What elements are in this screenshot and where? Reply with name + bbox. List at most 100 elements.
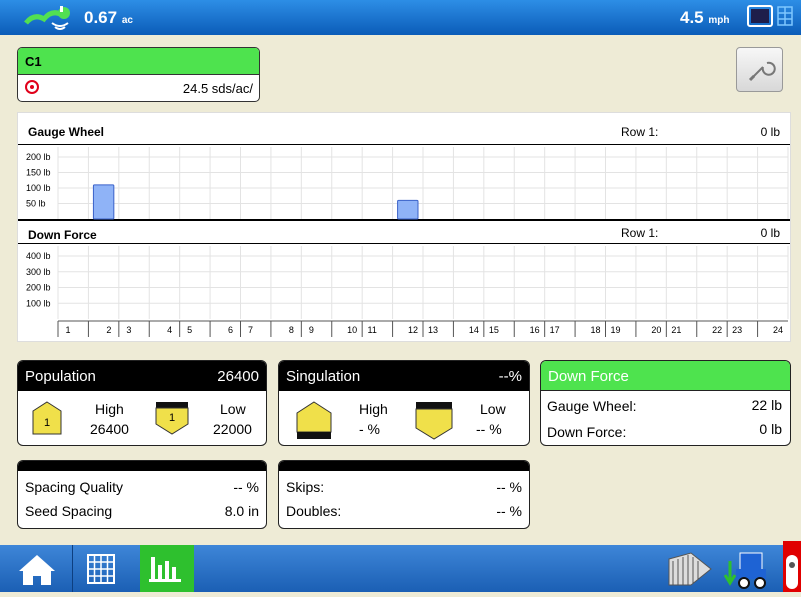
low-singulation-icon: [415, 402, 453, 440]
x-tick-label: 17: [550, 325, 560, 335]
gauge-wheel-value: 22 lb: [751, 397, 782, 413]
singulation-header: Singulation --%: [279, 361, 529, 391]
home-icon: [19, 555, 55, 585]
high-value: 26400: [90, 421, 129, 437]
grid-view-button[interactable]: [80, 551, 128, 589]
down-force-value: 0 lb: [759, 421, 782, 437]
population-value: 26400: [217, 368, 259, 385]
grid-icon: [87, 554, 115, 584]
x-tick-label: 7: [248, 325, 253, 335]
x-tick-label: 13: [428, 325, 438, 335]
skips-value: -- %: [496, 479, 522, 495]
y-tick-label: 150 lb: [26, 168, 51, 178]
skips-header: [279, 461, 529, 471]
y-tick-label: 200 lb: [26, 283, 51, 293]
field-operation-button[interactable]: [663, 547, 715, 591]
planter-button[interactable]: [722, 547, 774, 591]
x-tick-label: 12: [408, 325, 418, 335]
high-label: High: [95, 401, 124, 417]
x-tick-label: 22: [712, 325, 722, 335]
gauge-wheel-label: Gauge Wheel:: [547, 398, 637, 414]
x-tick-label: 10: [347, 325, 357, 335]
down-force-title: Down Force: [548, 368, 629, 385]
x-tick-label: 3: [126, 325, 131, 335]
x-tick-label: 18: [590, 325, 600, 335]
skips-doubles-panel[interactable]: Skips: -- % Doubles: -- %: [278, 460, 530, 529]
row-chart-svg: 200 lb 150 lb 100 lb 50 lb 400 lb 300 lb 200 l…: [26, 147, 789, 337]
x-tick-label: 16: [530, 325, 540, 335]
gps-satellite-icon[interactable]: [22, 3, 78, 31]
status-bar: 0.67 ac 4.5 mph: [0, 0, 801, 35]
speed-unit: mph: [708, 15, 730, 26]
low-population-icon: 1: [155, 402, 189, 435]
row-charts: Gauge Wheel Row 1: 0 lb Down Force Row 1…: [17, 112, 791, 342]
tab-charts[interactable]: [140, 545, 194, 592]
x-tick-label: 5: [187, 325, 192, 335]
row-badge: 1: [44, 417, 50, 429]
population-header: Population 26400: [18, 361, 266, 391]
singulation-panel[interactable]: Singulation --% High - % Low -- %: [278, 360, 530, 446]
singulation-value: --%: [498, 368, 522, 385]
area-readout: 0.67 ac: [84, 8, 133, 28]
spacing-panel[interactable]: Spacing Quality -- % Seed Spacing 8.0 in: [17, 460, 267, 529]
bar-chart-icon: [149, 557, 181, 582]
display-toggle-icon[interactable]: [747, 5, 795, 29]
spacing-quality-value: -- %: [233, 479, 259, 495]
skips-label: Skips:: [286, 479, 325, 495]
x-tick-label: 1: [65, 325, 70, 335]
x-tick-label: 23: [732, 325, 742, 335]
y-tick-label: 100 lb: [26, 183, 51, 193]
gauge-wheel-bar: [397, 199, 419, 220]
bottom-nav-bar: [0, 541, 801, 592]
gauge-indicator-icon: [786, 555, 798, 589]
area-unit: ac: [121, 15, 133, 26]
population-panel[interactable]: Population 26400 1 High 26400 1 Low 2200…: [17, 360, 267, 446]
divider: [541, 390, 790, 391]
x-tick-label: 6: [228, 325, 233, 335]
wrench-icon: [748, 61, 776, 82]
x-tick-label: 9: [309, 325, 314, 335]
x-tick-label: 4: [167, 325, 172, 335]
product-rate: 24.5 sds/ac/: [182, 81, 253, 96]
settings-button[interactable]: [736, 47, 783, 92]
speed-value: 4.5: [680, 8, 704, 27]
alarm-indicator[interactable]: [783, 541, 801, 592]
speed-readout: 4.5 mph: [680, 8, 729, 28]
x-tick-label: 8: [289, 325, 294, 335]
y-tick-label: 400 lb: [26, 251, 51, 261]
target-icon: [25, 80, 39, 94]
x-tick-label: 11: [367, 325, 376, 335]
spacing-quality-label: Spacing Quality: [25, 479, 124, 495]
high-population-icon: 1: [32, 401, 62, 435]
high-label: High: [359, 401, 388, 417]
y-tick-label: 300 lb: [26, 267, 51, 277]
y-tick-label: 100 lb: [26, 298, 51, 308]
planter-icon: [723, 552, 766, 589]
high-singulation-icon: [296, 401, 332, 439]
x-tick-label: 21: [671, 325, 681, 335]
population-title: Population: [25, 368, 96, 385]
down-force-header: Down Force: [541, 361, 790, 391]
seed-spacing-label: Seed Spacing: [25, 503, 113, 519]
home-button[interactable]: [15, 551, 59, 589]
x-tick-label: 15: [489, 325, 499, 335]
row-badge: 1: [169, 412, 175, 424]
product-panel[interactable]: C1 24.5 sds/ac/: [17, 47, 260, 102]
down-force-panel[interactable]: Down Force Gauge Wheel: 22 lb Down Force…: [540, 360, 791, 446]
x-tick-label: 2: [106, 325, 111, 335]
divider: [72, 545, 73, 592]
low-value: -- %: [476, 421, 502, 437]
seed-spacing-value: 8.0 in: [224, 503, 259, 519]
y-tick-label: 50 lb: [26, 199, 46, 209]
low-label: Low: [480, 401, 506, 417]
area-value: 0.67: [84, 8, 118, 27]
down-force-label: Down Force:: [547, 424, 627, 440]
x-tick-label: 19: [610, 325, 620, 335]
x-tick-label: 14: [469, 325, 479, 335]
gauge-wheel-bar: [92, 184, 115, 220]
singulation-title: Singulation: [286, 368, 361, 385]
doubles-value: -- %: [496, 503, 522, 519]
field-operation-icon: [668, 552, 712, 586]
low-label: Low: [220, 401, 246, 417]
y-tick-label: 200 lb: [26, 152, 51, 162]
